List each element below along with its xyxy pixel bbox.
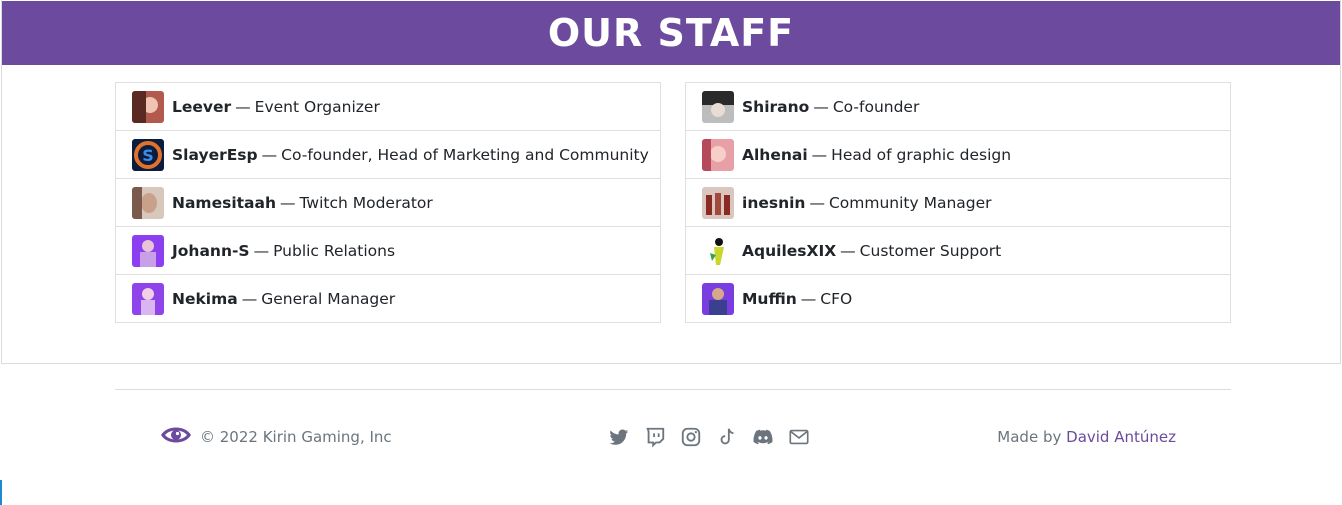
staff-item: Nekima — General Manager [115, 274, 661, 323]
kirin-eye-logo-icon[interactable] [160, 423, 192, 451]
separator: — [811, 145, 828, 164]
staff-name: Nekima [172, 289, 238, 308]
footer-divider [115, 389, 1231, 390]
staff-item: Shirano — Co-founder [685, 82, 1231, 131]
separator: — [813, 97, 829, 116]
window-edge-mark [0, 480, 2, 505]
separator: — [235, 97, 251, 116]
discord-icon[interactable] [752, 426, 774, 448]
separator: — [280, 193, 296, 212]
staff-role: General Manager [261, 289, 396, 308]
staff-name: Namesitaah [172, 193, 276, 212]
separator: — [840, 241, 856, 260]
mail-icon[interactable] [788, 426, 810, 448]
avatar [702, 282, 734, 315]
avatar [132, 234, 164, 267]
staff-role: Co-founder, Head of Marketing and Commun… [281, 145, 649, 164]
staff-role: Co-founder [832, 97, 920, 116]
staff-item: Leever — Event Organizer [115, 82, 661, 131]
staff-role: Public Relations [273, 241, 396, 260]
staff-name: Muffin [742, 289, 797, 308]
page-title: OUR STAFF [547, 11, 795, 55]
staff-list-right: Shirano — Co-founder Alhenai — Head of g… [685, 82, 1231, 323]
staff-list-left: Leever — Event Organizer S SlayerEsp — C… [115, 82, 661, 323]
svg-text:S: S [142, 146, 154, 165]
staff-item: Muffin — CFO [685, 274, 1231, 323]
staff-item: AquilesXIX — Customer Support [685, 226, 1231, 275]
avatar [702, 234, 734, 267]
separator: — [261, 145, 278, 164]
staff-item: Namesitaah — Twitch Moderator [115, 178, 661, 227]
avatar [702, 186, 734, 219]
social-links [608, 426, 810, 448]
footer: © 2022 Kirin Gaming, Inc Made by David A… [160, 420, 1176, 454]
page-header: OUR STAFF [2, 1, 1340, 65]
twitch-icon[interactable] [644, 426, 666, 448]
avatar [132, 282, 164, 315]
staff-item: inesnin — Community Manager [685, 178, 1231, 227]
staff-name: Shirano [742, 97, 810, 116]
staff-item: Johann-S — Public Relations [115, 226, 661, 275]
staff-name: Leever [172, 97, 232, 116]
staff-name: inesnin [742, 193, 806, 212]
avatar [702, 90, 734, 123]
avatar: S [132, 138, 164, 171]
tiktok-icon[interactable] [716, 426, 738, 448]
separator: — [241, 289, 258, 308]
staff-role: Community Manager [828, 193, 992, 212]
separator: — [800, 289, 817, 308]
made-by-prefix: Made by [997, 428, 1062, 446]
staff-item: Alhenai — Head of graphic design [685, 130, 1231, 179]
staff-role: Customer Support [859, 241, 1002, 260]
staff-role: CFO [820, 289, 853, 308]
staff-name: SlayerEsp [172, 145, 258, 164]
made-by: Made by David Antúnez [997, 428, 1176, 446]
staff-role: Head of graphic design [831, 145, 1012, 164]
separator: — [253, 241, 270, 260]
staff-role: Event Organizer [254, 97, 380, 116]
copyright-text: © 2022 Kirin Gaming, Inc [200, 428, 392, 446]
twitter-icon[interactable] [608, 426, 630, 448]
staff-name: AquilesXIX [742, 241, 837, 260]
avatar [702, 138, 734, 171]
staff-name: Johann-S [172, 241, 250, 260]
instagram-icon[interactable] [680, 426, 702, 448]
avatar [132, 90, 164, 123]
staff-name: Alhenai [742, 145, 808, 164]
author-link[interactable]: David Antúnez [1066, 428, 1176, 446]
avatar [132, 186, 164, 219]
separator: — [809, 193, 825, 212]
footer-brand: © 2022 Kirin Gaming, Inc [160, 423, 392, 451]
staff-item: S SlayerEsp — Co-founder, Head of Market… [115, 130, 661, 179]
staff-role: Twitch Moderator [299, 193, 433, 212]
